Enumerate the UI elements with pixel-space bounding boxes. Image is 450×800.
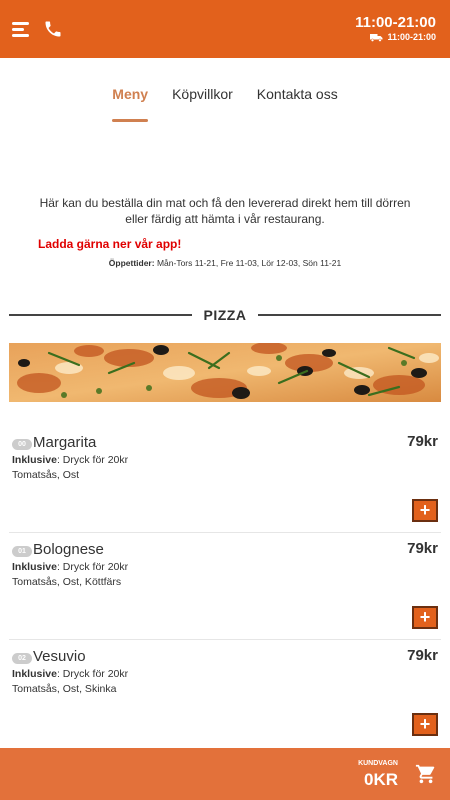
delivery-hours-row: 11:00-21:00 xyxy=(355,31,436,43)
menu-item: 01 Bolognese 79kr Inklusive: Dryck för 2… xyxy=(9,532,441,638)
cart-label: KUNDVAGN xyxy=(358,760,398,767)
item-included-text: : Dryck för 20kr xyxy=(56,668,129,680)
nav-tabs: Meny Köpvillkor Kontakta oss xyxy=(0,84,450,122)
item-included-label: Inklusive xyxy=(12,561,57,573)
menu-item: 02 Vesuvio 79kr Inklusive: Dryck för 20k… xyxy=(9,639,441,745)
item-name: Margarita xyxy=(33,434,97,451)
item-included-text: : Dryck för 20kr xyxy=(56,561,129,573)
item-included-label: Inklusive xyxy=(12,454,57,466)
item-price: 79kr xyxy=(407,433,438,450)
item-included: Inklusive: Dryck för 20kr xyxy=(12,454,128,466)
item-price: 79kr xyxy=(407,540,438,557)
menu-icon[interactable] xyxy=(12,22,30,37)
intro-text: Här kan du beställa din mat och få den l… xyxy=(0,195,450,227)
item-number-badge: 00 xyxy=(12,439,32,450)
item-price: 79kr xyxy=(407,647,438,664)
add-to-cart-button[interactable]: + xyxy=(412,713,438,736)
add-to-cart-button[interactable]: + xyxy=(412,499,438,522)
item-divider xyxy=(9,639,441,640)
item-number-badge: 02 xyxy=(12,653,32,664)
intro-line-2: eller färdig att hämta i vår restaurang. xyxy=(125,212,325,226)
item-included: Inklusive: Dryck för 20kr xyxy=(12,561,128,573)
phone-icon[interactable] xyxy=(43,19,63,39)
item-ingredients: Tomatsås, Ost, Köttfärs xyxy=(12,576,122,588)
tab-kontakta-oss[interactable]: Kontakta oss xyxy=(257,84,338,122)
item-included-text: : Dryck för 20kr xyxy=(56,454,129,466)
menu-item: 00 Margarita 79kr Inklusive: Dryck för 2… xyxy=(9,425,441,531)
pizza-banner-image xyxy=(9,343,441,402)
top-bar: 11:00-21:00 11:00-21:00 xyxy=(0,0,450,58)
item-name: Vesuvio xyxy=(33,648,86,665)
item-included-label: Inklusive xyxy=(12,668,57,680)
item-ingredients: Tomatsås, Ost, Skinka xyxy=(12,683,117,695)
app-download-link[interactable]: Ladda gärna ner vår app! xyxy=(38,237,181,251)
cart-icon[interactable] xyxy=(415,763,437,785)
opening-times-value: Mån-Tors 11-21, Fre 11-03, Lör 12-03, Sö… xyxy=(156,258,342,268)
pickup-hours: 11:00-21:00 xyxy=(355,14,436,31)
section-title: PIZZA xyxy=(203,307,247,323)
tab-kopvillkor[interactable]: Köpvillkor xyxy=(172,84,233,122)
item-divider xyxy=(9,532,441,533)
opening-times: Öppettider: Mån-Tors 11-21, Fre 11-03, L… xyxy=(0,258,450,268)
delivery-hours: 11:00-21:00 xyxy=(387,32,436,42)
item-ingredients: Tomatsås, Ost xyxy=(12,469,80,481)
opening-times-label: Öppettider: xyxy=(108,258,155,268)
cart-bar[interactable]: KUNDVAGN 0KR xyxy=(0,748,450,800)
tab-meny[interactable]: Meny xyxy=(112,84,148,122)
item-included: Inklusive: Dryck för 20kr xyxy=(12,668,128,680)
section-divider-left xyxy=(9,314,192,316)
add-to-cart-button[interactable]: + xyxy=(412,606,438,629)
item-number-badge: 01 xyxy=(12,546,32,557)
opening-hours: 11:00-21:00 11:00-21:00 xyxy=(355,15,436,43)
item-name: Bolognese xyxy=(33,541,104,558)
cart-total: 0KR xyxy=(363,770,398,789)
section-divider-right xyxy=(258,314,442,316)
section-header: PIZZA xyxy=(9,306,442,324)
intro-line-1: Här kan du beställa din mat och få den l… xyxy=(39,196,411,210)
delivery-truck-icon xyxy=(370,33,383,42)
